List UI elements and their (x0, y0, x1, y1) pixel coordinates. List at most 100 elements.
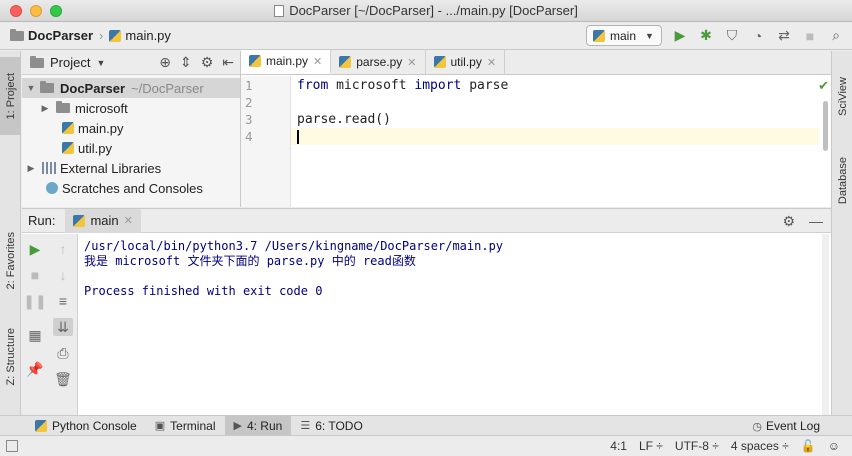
tab-database[interactable]: Database (832, 151, 852, 211)
editor-tabs: main.py ✕ parse.py ✕ util.py ✕ (241, 50, 831, 75)
tree-item-root[interactable]: ▼ DocParser ~/DocParser (22, 78, 240, 98)
hide-icon[interactable]: ⇤ (222, 54, 234, 71)
tree-item-util-py[interactable]: util.py (22, 138, 240, 158)
code-line-current[interactable] (291, 128, 819, 145)
up-arrow-icon[interactable]: ↑ (53, 240, 73, 258)
chevron-down-icon[interactable]: ▼ (96, 58, 105, 68)
console-line: Process finished with exit code 0 (84, 284, 323, 298)
cursor-position[interactable]: 4:1 (610, 439, 627, 453)
stop-icon[interactable]: ■ (25, 266, 45, 284)
print-icon[interactable]: ⎙ (53, 344, 73, 362)
breadcrumb-file[interactable]: main.py (125, 28, 171, 43)
scroll-to-end-icon[interactable]: ⇊ (53, 318, 73, 336)
tree-item-main-py[interactable]: main.py (22, 118, 240, 138)
tab-database-label: Database (836, 157, 849, 205)
run-panel-tools: ⚙ — (782, 213, 823, 230)
code-text: parse (461, 78, 509, 93)
tab-util-py[interactable]: util.py ✕ (426, 50, 506, 74)
chevron-down-icon[interactable]: ▼ (26, 83, 36, 93)
inspector-icon[interactable]: ☺ (828, 439, 840, 453)
line-number: 2 (245, 95, 253, 110)
tab-favorites[interactable]: 2: Favorites (0, 216, 21, 306)
tab-event-log[interactable]: ◷ Event Log (752, 416, 820, 436)
tool-windows-icon[interactable] (6, 440, 18, 452)
close-window-button[interactable] (10, 5, 22, 17)
editor-scrollbar[interactable] (823, 101, 828, 151)
gear-icon[interactable]: ⚙ (782, 213, 795, 230)
tab-terminal[interactable]: ▣ Terminal (146, 416, 225, 436)
pin-icon[interactable]: 📌 (25, 360, 45, 378)
chevron-right-icon[interactable]: ▶ (40, 103, 50, 114)
project-view-select[interactable]: Project (50, 55, 90, 70)
python-file-icon (339, 56, 352, 68)
tab-label: main.py (266, 54, 309, 68)
breadcrumb-project[interactable]: DocParser (28, 28, 93, 43)
tab-todo[interactable]: ☰ 6: TODO (291, 416, 371, 436)
close-icon[interactable]: ✕ (487, 56, 496, 69)
indent-setting[interactable]: 4 spaces ÷ (731, 439, 789, 453)
run-configuration-select[interactable]: main ▼ (586, 25, 662, 46)
minimize-window-button[interactable] (30, 5, 42, 17)
tab-structure[interactable]: Z: Structure (0, 317, 21, 397)
lock-icon[interactable]: 🔓 (801, 439, 816, 453)
gear-icon[interactable]: ⚙ (201, 54, 214, 71)
console-scrollbar[interactable] (822, 234, 829, 416)
chevron-right-icon[interactable]: ▶ (26, 163, 36, 174)
hide-panel-icon[interactable]: — (809, 213, 823, 230)
locate-icon[interactable]: ⊕ (159, 54, 171, 71)
tab-python-console-label: Python Console (52, 418, 137, 433)
inspection-ok-icon[interactable]: ✔ (818, 78, 829, 94)
rerun-icon[interactable]: ▶ (25, 240, 45, 258)
concurrency-icon[interactable]: ⇄ (776, 27, 792, 44)
left-tool-strip: 1: Project 2: Favorites Z: Structure (0, 51, 21, 415)
collapse-all-icon[interactable]: ⇕ (180, 54, 192, 71)
console-output[interactable]: /usr/local/bin/python3.7 /Users/kingname… (84, 234, 821, 415)
tree-item-microsoft[interactable]: ▶ microsoft (22, 98, 240, 118)
file-encoding[interactable]: UTF-8 ÷ (675, 439, 719, 453)
line-separator[interactable]: LF ÷ (639, 439, 663, 453)
debug-icon[interactable]: ✱ (698, 27, 714, 44)
trash-icon[interactable]: 🗑 (53, 370, 73, 388)
tab-run-label: 4: Run (246, 418, 283, 433)
tree-item-scratches[interactable]: Scratches and Consoles (22, 178, 240, 198)
tab-structure-label: Z: Structure (4, 328, 17, 386)
code-area[interactable]: from microsoft import parse parse.read() (291, 76, 819, 207)
title-bar: DocParser [~/DocParser] - .../main.py [D… (0, 0, 852, 22)
maximize-window-button[interactable] (50, 5, 62, 17)
tab-project[interactable]: 1: Project (0, 57, 21, 135)
tab-main-py[interactable]: main.py ✕ (241, 50, 332, 74)
project-panel-header: Project ▼ ⊕ ⇕ ⚙ ⇤ (22, 51, 240, 75)
tree-root-path: ~/DocParser (131, 80, 204, 96)
tree-item-label: microsoft (75, 100, 128, 116)
close-icon[interactable]: ✕ (313, 55, 322, 68)
code-line[interactable] (291, 94, 819, 111)
python-file-icon (109, 29, 122, 42)
run-icon: ▶ (233, 420, 242, 432)
scratches-icon (46, 182, 58, 194)
tab-project-label: 1: Project (4, 72, 17, 120)
close-icon[interactable]: ✕ (124, 214, 133, 227)
run-tab-main[interactable]: main ✕ (65, 208, 141, 233)
tab-sciview-label: SciView (836, 76, 849, 116)
tree-item-label: main.py (78, 120, 124, 136)
search-icon[interactable]: ⌕ (828, 27, 844, 44)
tab-sciview[interactable]: SciView (832, 71, 852, 121)
soft-wrap-icon[interactable]: ≡ (53, 292, 73, 310)
python-file-icon (249, 55, 261, 67)
close-icon[interactable]: ✕ (407, 56, 416, 69)
tab-run[interactable]: ▶ 4: Run (224, 415, 292, 436)
python-icon (73, 214, 86, 227)
tab-python-console[interactable]: Python Console (26, 416, 146, 436)
tab-parse-py[interactable]: parse.py ✕ (331, 50, 426, 74)
down-arrow-icon[interactable]: ↓ (53, 266, 73, 284)
code-line[interactable]: parse.read() (291, 111, 819, 128)
coverage-icon[interactable]: ⛉ (724, 27, 740, 44)
profile-icon[interactable]: ◔ (750, 28, 766, 44)
breadcrumb-separator-icon: › (99, 28, 104, 43)
pause-icon[interactable]: ❚❚ (23, 292, 46, 310)
run-icon[interactable]: ▶ (672, 27, 688, 44)
layout-icon[interactable]: ▦ (25, 326, 45, 344)
tree-item-external-libraries[interactable]: ▶ External Libraries (22, 158, 240, 178)
code-line[interactable]: from microsoft import parse (291, 77, 819, 94)
stop-icon[interactable]: ■ (802, 28, 818, 44)
